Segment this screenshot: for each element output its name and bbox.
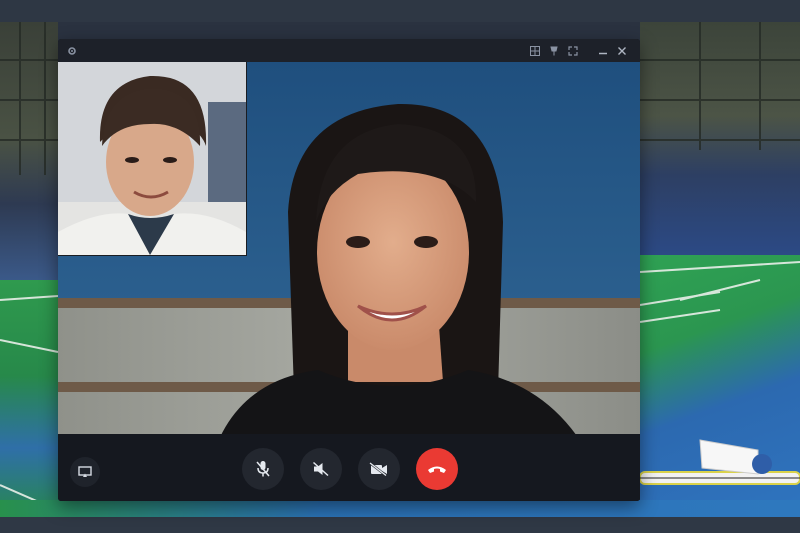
close-icon[interactable] [614,43,629,58]
speaker-off-icon [312,461,329,477]
gear-icon[interactable] [64,43,79,58]
pin-icon[interactable] [546,43,561,58]
minimize-icon[interactable] [595,43,610,58]
hangup-icon [428,466,446,473]
fullscreen-icon[interactable] [565,43,580,58]
screen-share-icon [78,466,92,477]
background-floor-edge [0,517,800,533]
mute-mic-button[interactable] [242,448,284,490]
mic-off-icon [256,461,270,477]
call-control-bar [58,434,640,501]
speaker-mute-button[interactable] [300,448,342,490]
local-participant-video [58,62,246,255]
hang-up-button[interactable] [416,448,458,490]
layout-grid-icon[interactable] [527,43,542,58]
window-titlebar [58,39,640,62]
shuttlecock-and-racket-image [640,439,800,485]
camera-toggle-button[interactable] [358,448,400,490]
video-call-window [58,39,640,501]
share-screen-button[interactable] [70,457,100,487]
video-off-icon [369,462,387,476]
self-preview-video[interactable] [58,62,247,256]
